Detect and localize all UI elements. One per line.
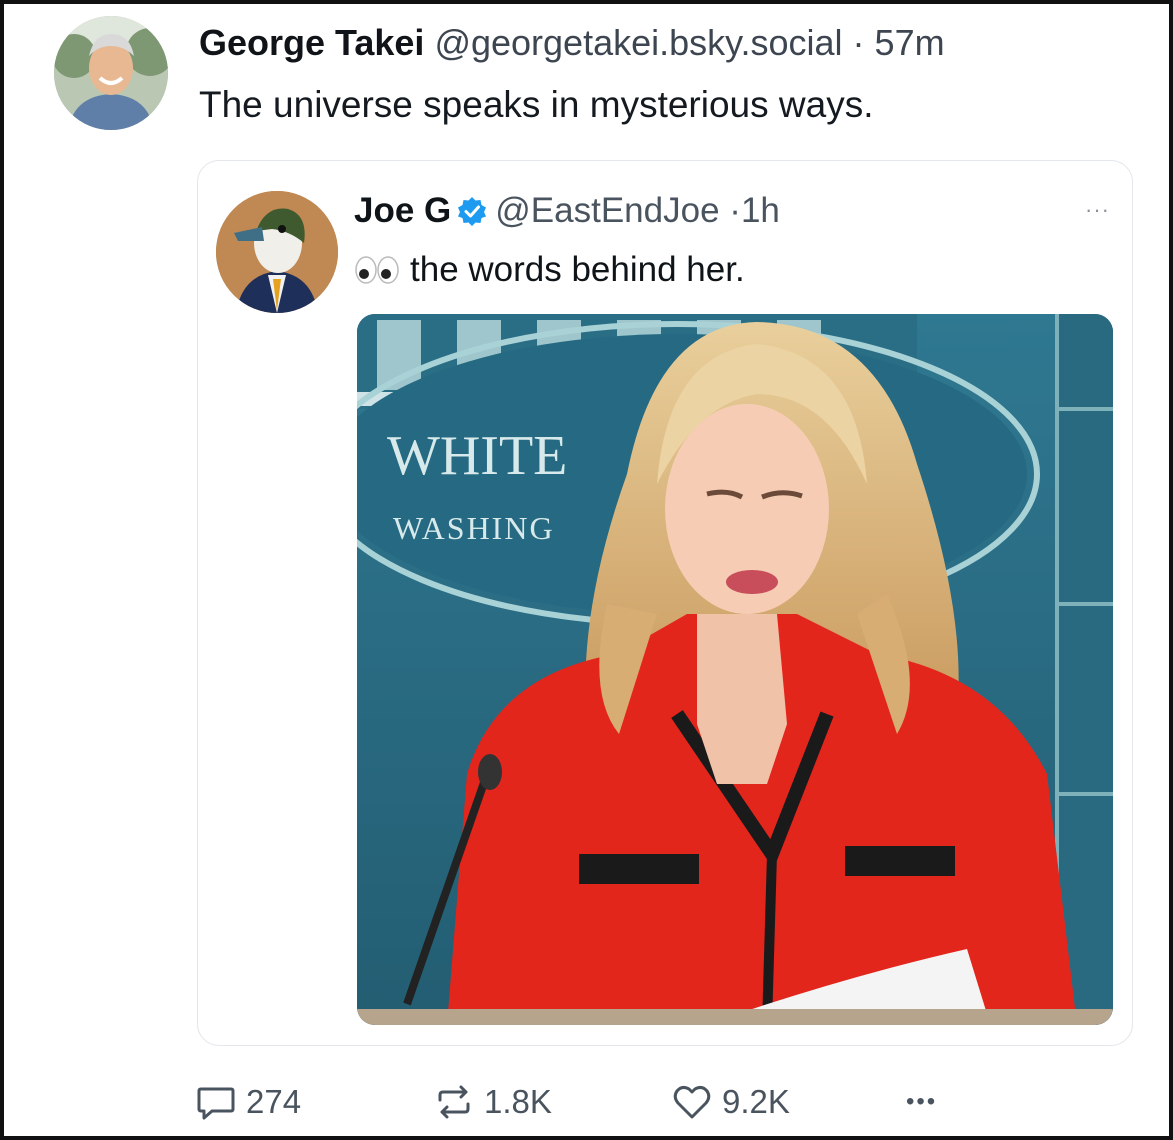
reply-button[interactable]: 274 (194, 1074, 301, 1130)
like-icon (673, 1085, 711, 1119)
briefing-room-photo: WHITE WASHING (357, 314, 1113, 1025)
quoted-header: Joe G @EastEndJoe ·1h (354, 187, 780, 235)
repost-icon (438, 1085, 470, 1119)
more-options-button[interactable]: ••• (906, 1074, 937, 1130)
quoted-post-time[interactable]: 1h (741, 191, 780, 230)
post-text: The universe speaks in mysterious ways. (199, 84, 874, 125)
reply-icon (197, 1087, 235, 1120)
post-card: George Takei @georgetakei.bsky.social · … (0, 0, 1173, 1140)
sign-text-washing: WASHING (393, 510, 555, 546)
eyes-emoji (355, 256, 399, 284)
quoted-more-icon[interactable]: ··· (1085, 197, 1110, 223)
quoted-author-name[interactable]: Joe G (354, 191, 451, 230)
post-time[interactable]: 57m (875, 22, 945, 63)
quoted-separator: · (729, 191, 741, 230)
author-name[interactable]: George Takei (199, 22, 424, 63)
header-separator: · (852, 22, 865, 63)
quoted-text: the words behind her. (410, 250, 745, 289)
quoted-author-handle[interactable]: @EastEndJoe (495, 191, 719, 230)
like-button[interactable]: 9.2K (670, 1074, 790, 1130)
quoted-text-row: the words behind her. (354, 245, 745, 295)
repost-count: 1.8K (484, 1083, 552, 1120)
more-icon: ••• (906, 1088, 938, 1115)
like-count: 9.2K (722, 1083, 790, 1120)
author-handle[interactable]: @georgetakei.bsky.social (434, 22, 842, 63)
quoted-author-avatar[interactable] (216, 191, 338, 313)
repost-button[interactable]: 1.8K (432, 1074, 552, 1130)
sign-text-white: WHITE (387, 425, 567, 487)
post-header: George Takei @georgetakei.bsky.social · … (199, 18, 945, 68)
author-avatar[interactable] (54, 16, 168, 130)
verified-icon (458, 197, 487, 226)
action-bar: 274 1.8K 9.2K ••• (194, 1074, 994, 1130)
reply-count: 274 (246, 1083, 302, 1120)
quoted-post[interactable]: Joe G @EastEndJoe ·1h ··· the words behin… (197, 160, 1133, 1046)
quoted-media-image[interactable]: WHITE WASHING (357, 314, 1113, 1025)
